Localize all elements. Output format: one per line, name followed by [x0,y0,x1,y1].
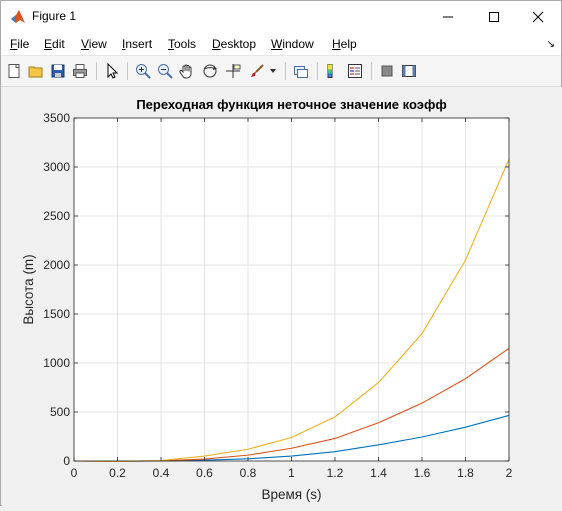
y-tick-label: 1000 [43,356,70,370]
menu-insert[interactable]: Insert [122,37,152,51]
y-tick-label: 2000 [43,258,70,272]
menu-window[interactable]: Window [271,37,314,51]
figure-toolbar [1,55,561,87]
link-plot-icon[interactable] [291,61,311,81]
x-tick-label: 0.4 [153,466,170,480]
y-tick-label: 0 [63,454,70,468]
menu-help[interactable]: Help [332,37,357,51]
y-axis-label: Высота (m) [21,254,36,324]
menu-tools[interactable]: Tools [168,37,196,51]
x-tick-label: 0 [71,466,78,480]
figure-window: Figure 1 File Edit View Insert Tools Des… [0,0,562,506]
menu-view[interactable]: View [81,37,107,51]
maximize-button[interactable] [471,1,517,33]
zoom-in-icon[interactable] [133,61,153,81]
x-tick-label: 1 [288,466,295,480]
show-plot-tools-icon[interactable] [399,61,419,81]
menu-edit[interactable]: Edit [44,37,65,51]
y-tick-label: 3000 [43,160,70,174]
x-tick-label: 1.6 [414,466,431,480]
menu-bar: File Edit View Insert Tools Desktop Wind… [1,33,561,55]
x-tick-label: 0.6 [196,466,213,480]
x-tick-label: 1.4 [370,466,387,480]
chart-title: Переходная функция неточное значение коэ… [136,97,446,112]
x-tick-label: 0.2 [109,466,126,480]
y-tick-label: 2500 [43,209,70,223]
data-cursor-icon[interactable] [223,61,243,81]
window-title: Figure 1 [32,9,77,23]
print-icon[interactable] [70,61,90,81]
menu-dock-arrow-icon[interactable]: ↘ [547,39,555,50]
rotate-3d-icon[interactable] [200,61,220,81]
save-icon[interactable] [48,61,68,81]
x-axis-label: Время (s) [261,487,321,502]
brush-dropdown-icon[interactable] [267,61,279,81]
legend-icon[interactable] [345,61,365,81]
menu-desktop[interactable]: Desktop [212,37,256,51]
y-tick-label: 3500 [43,111,70,125]
maximize-icon [489,12,499,22]
hide-plot-tools-icon[interactable] [377,61,397,81]
y-tick-label: 500 [50,405,70,419]
colorbar-icon[interactable] [323,61,343,81]
x-tick-label: 1.8 [457,466,474,480]
title-bar: Figure 1 [1,1,561,33]
open-file-icon[interactable] [26,61,46,81]
figure-canvas: 0 0.2 0.4 0.6 0.8 1 1.2 1.4 1.6 1.8 2 0 500 1000 1500 2… [2,87,562,506]
zoom-out-icon[interactable] [155,61,175,81]
x-tick-label: 1.2 [327,466,344,480]
pointer-icon[interactable] [102,61,122,81]
close-button[interactable] [515,1,561,33]
y-tick-label: 1500 [43,307,70,321]
line-chart: 0 0.2 0.4 0.6 0.8 1 1.2 1.4 1.6 1.8 2 0 500 1000 1500 2… [21,97,513,502]
x-tick-label: 2 [506,466,513,480]
close-icon [532,11,544,23]
new-figure-icon[interactable] [4,61,24,81]
x-tick-label: 0.8 [240,466,257,480]
brush-icon[interactable] [247,61,267,81]
matlab-logo-icon [10,9,26,25]
minimize-icon [443,16,453,18]
minimize-button[interactable] [425,1,471,33]
menu-file[interactable]: File [10,37,29,51]
pan-hand-icon[interactable] [177,61,197,81]
